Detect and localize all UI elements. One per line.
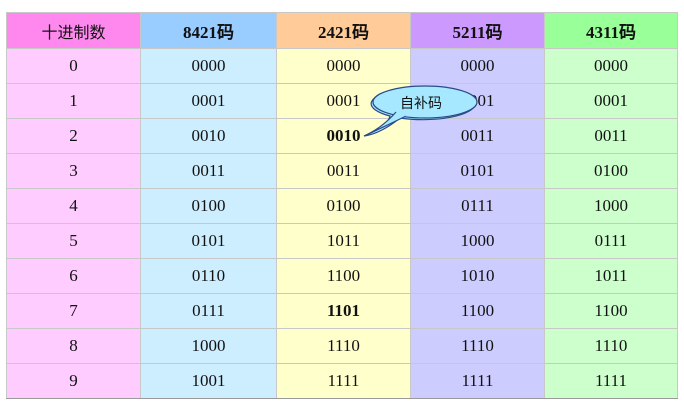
- code-cell: 1000: [140, 328, 277, 364]
- code-cell: 0001: [410, 83, 545, 119]
- code-cell: 0100: [544, 153, 678, 189]
- table-row: 9 1001 1111 1111 1111: [6, 363, 678, 399]
- code-cell: 0011: [544, 118, 678, 154]
- header-row: 十进制数 8421码 2421码 5211码 4311码: [6, 12, 678, 49]
- code-cell: 1011: [544, 258, 678, 294]
- table-header: 十进制数 8421码 2421码 5211码 4311码: [6, 12, 678, 49]
- bcd-code-table: 十进制数 8421码 2421码 5211码 4311码 0 0000 0000 00…: [6, 12, 678, 399]
- header-5211: 5211码: [410, 12, 545, 49]
- code-cell: 0101: [410, 153, 545, 189]
- code-cell: 0011: [140, 153, 277, 189]
- table-row: 1 0001 0001 0001 0001: [6, 83, 678, 119]
- code-cell: 1100: [276, 258, 411, 294]
- table-row: 7 0111 1101 1100 1100: [6, 293, 678, 329]
- code-cell: 0111: [544, 223, 678, 259]
- table-row: 5 0101 1011 1000 0111: [6, 223, 678, 259]
- code-cell: 0001: [544, 83, 678, 119]
- code-cell: 0000: [140, 48, 277, 84]
- code-cell: 0110: [140, 258, 277, 294]
- code-cell: 0001: [276, 83, 411, 119]
- code-cell: 0000: [544, 48, 678, 84]
- code-cell: 0101: [140, 223, 277, 259]
- decimal-cell: 2: [6, 118, 141, 154]
- decimal-cell: 4: [6, 188, 141, 224]
- decimal-cell: 1: [6, 83, 141, 119]
- header-2421: 2421码: [276, 12, 411, 49]
- table-row: 8 1000 1110 1110 1110: [6, 328, 678, 364]
- code-cell: 0111: [140, 293, 277, 329]
- code-cell: 0011: [276, 153, 411, 189]
- code-cell: 1010: [410, 258, 545, 294]
- table-row: 2 0010 0010 0011 0011: [6, 118, 678, 154]
- code-cell: 1101: [276, 293, 411, 329]
- code-cell: 0000: [276, 48, 411, 84]
- table-row: 6 0110 1100 1010 1011: [6, 258, 678, 294]
- code-cell: 0100: [140, 188, 277, 224]
- code-cell: 0111: [410, 188, 545, 224]
- header-8421: 8421码: [140, 12, 277, 49]
- code-cell: 0000: [410, 48, 545, 84]
- table-body: 0 0000 0000 0000 0000 1 0001 0001 0001 0001 2 0010 0…: [6, 48, 678, 399]
- table-row: 3 0011 0011 0101 0100: [6, 153, 678, 189]
- code-cell: 1110: [544, 328, 678, 364]
- code-cell: 1111: [410, 363, 545, 399]
- code-cell: 1110: [276, 328, 411, 364]
- code-cell: 0010: [276, 118, 411, 154]
- header-4311: 4311码: [544, 12, 678, 49]
- code-cell: 1000: [410, 223, 545, 259]
- code-cell: 0001: [140, 83, 277, 119]
- code-cell: 1110: [410, 328, 545, 364]
- code-cell: 1100: [544, 293, 678, 329]
- decimal-cell: 7: [6, 293, 141, 329]
- code-cell: 0010: [140, 118, 277, 154]
- header-decimal: 十进制数: [6, 12, 141, 49]
- decimal-cell: 5: [6, 223, 141, 259]
- code-cell: 1111: [276, 363, 411, 399]
- decimal-cell: 9: [6, 363, 141, 399]
- decimal-cell: 3: [6, 153, 141, 189]
- code-cell: 1011: [276, 223, 411, 259]
- decimal-cell: 8: [6, 328, 141, 364]
- decimal-cell: 0: [6, 48, 141, 84]
- code-cell: 1000: [544, 188, 678, 224]
- code-cell: 0011: [410, 118, 545, 154]
- code-cell: 1111: [544, 363, 678, 399]
- code-cell: 1100: [410, 293, 545, 329]
- code-cell: 1001: [140, 363, 277, 399]
- decimal-cell: 6: [6, 258, 141, 294]
- table-row: 4 0100 0100 0111 1000: [6, 188, 678, 224]
- table-row: 0 0000 0000 0000 0000: [6, 48, 678, 84]
- code-cell: 0100: [276, 188, 411, 224]
